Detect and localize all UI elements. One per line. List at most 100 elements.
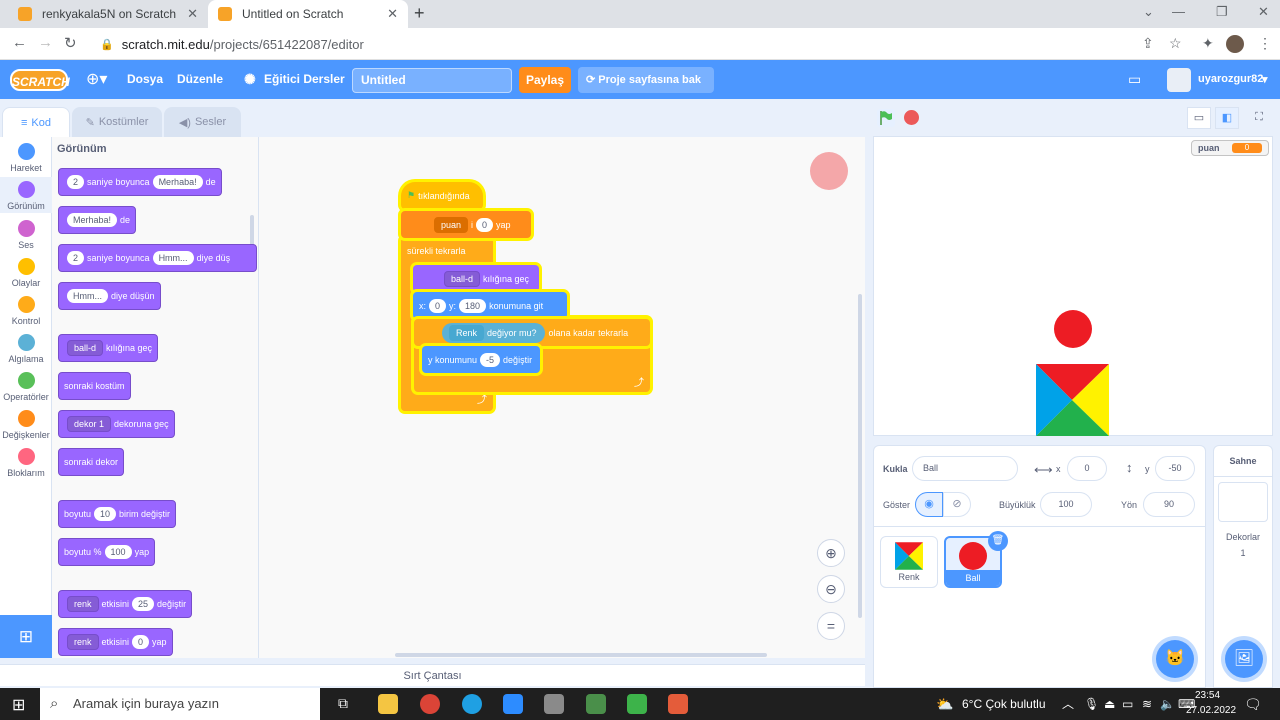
stop-sign-icon[interactable] — [904, 110, 919, 125]
block-input[interactable]: 0 — [476, 217, 494, 232]
small-stage-icon[interactable]: ▭ — [1187, 107, 1211, 129]
file-explorer-icon[interactable] — [378, 694, 398, 714]
category-looks[interactable]: Görünüm — [0, 177, 52, 213]
zoom-in-icon[interactable]: ⊕ — [817, 539, 845, 567]
new-tab-icon[interactable]: + — [414, 3, 425, 24]
language-globe-icon[interactable]: ⊕▾ — [86, 60, 107, 99]
zoom-app-icon[interactable] — [503, 694, 523, 714]
block-dropdown[interactable]: ball-d — [67, 340, 104, 356]
block-input[interactable]: 100 — [104, 545, 132, 559]
choose-backdrop-icon[interactable]: 🖼 — [1225, 640, 1263, 678]
browser-tab-2[interactable]: Untitled on Scratch ✕ — [208, 0, 408, 28]
spreadsheet-app-icon[interactable] — [586, 694, 606, 714]
block-change-size[interactable]: boyutu 10 birim değiştir — [58, 500, 177, 528]
choose-sprite-icon[interactable]: 🐱 — [1156, 640, 1194, 678]
go-to-xy-block[interactable]: x: 0 y: 180 konumuna git — [413, 292, 567, 319]
size-input[interactable]: 100 — [1040, 492, 1092, 517]
sprite-dropdown[interactable]: Renk — [449, 324, 485, 341]
variable-dropdown[interactable]: puan — [434, 216, 469, 233]
zoom-out-icon[interactable]: ⊖ — [817, 575, 845, 603]
weather-text[interactable]: 6°C Çok bulutlu — [962, 688, 1046, 720]
project-title-input[interactable]: Untitled — [352, 68, 512, 93]
block-input[interactable]: Hmm... — [152, 251, 194, 265]
close-tab-icon[interactable]: ✕ — [187, 6, 198, 22]
switch-costume-block[interactable]: ball-d kılığına geç — [413, 265, 539, 292]
sprite-name-input[interactable]: Ball — [912, 456, 1018, 481]
menu-edit[interactable]: Düzenle — [177, 60, 223, 99]
block-input[interactable]: Merhaba! — [67, 213, 118, 227]
fullscreen-icon[interactable]: ⛶ — [1247, 107, 1271, 129]
menu-dots-icon[interactable]: ⋮ — [1258, 35, 1272, 52]
code-scrollbar-horizontal[interactable] — [395, 653, 767, 657]
set-variable-block[interactable]: puan i 0 yap — [401, 211, 531, 238]
block-switch-backdrop[interactable]: dekor 1 dekoruna geç — [58, 410, 175, 438]
tab-search-icon[interactable]: ⌄ — [1143, 4, 1154, 20]
x-input[interactable]: 0 — [1067, 456, 1107, 481]
touching-color-block[interactable]: Renk değiyor mu? — [442, 322, 545, 343]
volume-icon[interactable]: 🔈 — [1160, 688, 1175, 720]
y-input[interactable]: -50 — [1155, 456, 1195, 481]
ball-sprite[interactable] — [1054, 310, 1092, 348]
user-avatar[interactable] — [1167, 68, 1191, 92]
category-sensing[interactable]: Algılama — [0, 334, 52, 364]
menu-file[interactable]: Dosya — [127, 60, 163, 99]
backdrop-thumbnail[interactable] — [1218, 482, 1268, 522]
block-dropdown[interactable]: dekor 1 — [67, 416, 112, 432]
renk-sprite[interactable] — [1036, 364, 1109, 436]
my-stuff-folder-icon[interactable]: ▭ — [1128, 60, 1141, 99]
project-page-button[interactable]: ⟳ Proje sayfasına bak — [578, 67, 714, 93]
category-variables[interactable]: Değişkenler — [0, 410, 52, 440]
change-y-block[interactable]: y konumunu -5 değiştir — [422, 346, 540, 373]
block-next-backdrop[interactable]: sonraki dekor — [58, 448, 125, 476]
repeat-until-header[interactable]: Renk değiyor mu? olana kadar tekrarla — [414, 319, 650, 346]
address-bar[interactable]: 🔒 scratch.mit.edu/projects/651422087/edi… — [90, 31, 1130, 57]
tray-overflow-icon[interactable]: ︿ — [1062, 688, 1074, 720]
block-input[interactable]: 0 — [132, 635, 150, 649]
hide-eye-icon[interactable]: ⊘ — [943, 492, 971, 517]
when-flag-clicked-block[interactable]: ⚑ tıklandığında — [401, 182, 483, 209]
green-flag-icon[interactable] — [876, 108, 896, 128]
block-think-for-secs[interactable]: 2 saniye boyunca Hmm... diye düş — [58, 244, 257, 272]
scratch-logo[interactable]: SCRATCH — [10, 69, 70, 91]
tab-code[interactable]: ≡ Kod — [2, 107, 70, 137]
block-think[interactable]: Hmm... diye düşün — [58, 282, 161, 310]
back-icon[interactable]: ← — [12, 34, 27, 51]
code-scrollbar-vertical[interactable] — [858, 294, 862, 618]
tab-costumes[interactable]: ✎ Kostümler — [72, 107, 162, 137]
wifi-icon[interactable]: ≋ — [1142, 688, 1152, 720]
costume-dropdown[interactable]: ball-d — [444, 270, 481, 287]
reload-icon[interactable]: ↻ — [64, 34, 77, 52]
category-motion[interactable]: Hareket — [0, 143, 52, 173]
category-operators[interactable]: Operatörler — [0, 372, 52, 402]
window-close-icon[interactable]: ✕ — [1258, 4, 1269, 20]
block-set-effect[interactable]: renk etkisini 0 yap — [58, 628, 173, 656]
block-input[interactable]: Hmm... — [67, 289, 108, 303]
windows-start-icon[interactable]: ⊞ — [12, 695, 25, 715]
category-control[interactable]: Kontrol — [0, 296, 52, 326]
direction-input[interactable]: 90 — [1143, 492, 1195, 517]
username[interactable]: uyarozgur82 — [1198, 73, 1263, 85]
code-area[interactable] — [259, 137, 865, 658]
block-input[interactable]: Merhaba! — [152, 175, 203, 189]
chrome-icon[interactable] — [420, 694, 440, 714]
clock-date[interactable]: 27.02.2022 — [1186, 705, 1236, 716]
add-extension-icon[interactable]: ⊞ — [0, 615, 52, 658]
block-say[interactable]: Merhaba! de — [58, 206, 137, 234]
clock-time[interactable]: 23:54 — [1195, 690, 1220, 701]
camtasia-icon[interactable] — [627, 694, 647, 714]
share-button[interactable]: Paylaş — [519, 67, 571, 93]
block-input[interactable]: 2 — [67, 251, 85, 265]
category-sound[interactable]: Ses — [0, 220, 52, 250]
block-set-size[interactable]: boyutu % 100 yap — [58, 538, 156, 566]
block-input[interactable]: 10 — [94, 507, 117, 521]
block-input[interactable]: 0 — [429, 298, 447, 313]
browser-tab-1[interactable]: renkyakala5N on Scratch ✕ — [8, 0, 208, 28]
block-next-costume[interactable]: sonraki kostüm — [58, 372, 131, 400]
show-eye-icon[interactable]: ◉ — [915, 492, 943, 517]
block-dropdown[interactable]: renk — [67, 634, 99, 650]
category-events[interactable]: Olaylar — [0, 258, 52, 288]
block-input[interactable]: -5 — [480, 352, 501, 367]
bookmark-star-icon[interactable]: ☆ — [1169, 35, 1182, 52]
close-tab-icon[interactable]: ✕ — [387, 6, 398, 22]
menu-tutorials[interactable]: Eğitici Dersler — [264, 60, 345, 99]
